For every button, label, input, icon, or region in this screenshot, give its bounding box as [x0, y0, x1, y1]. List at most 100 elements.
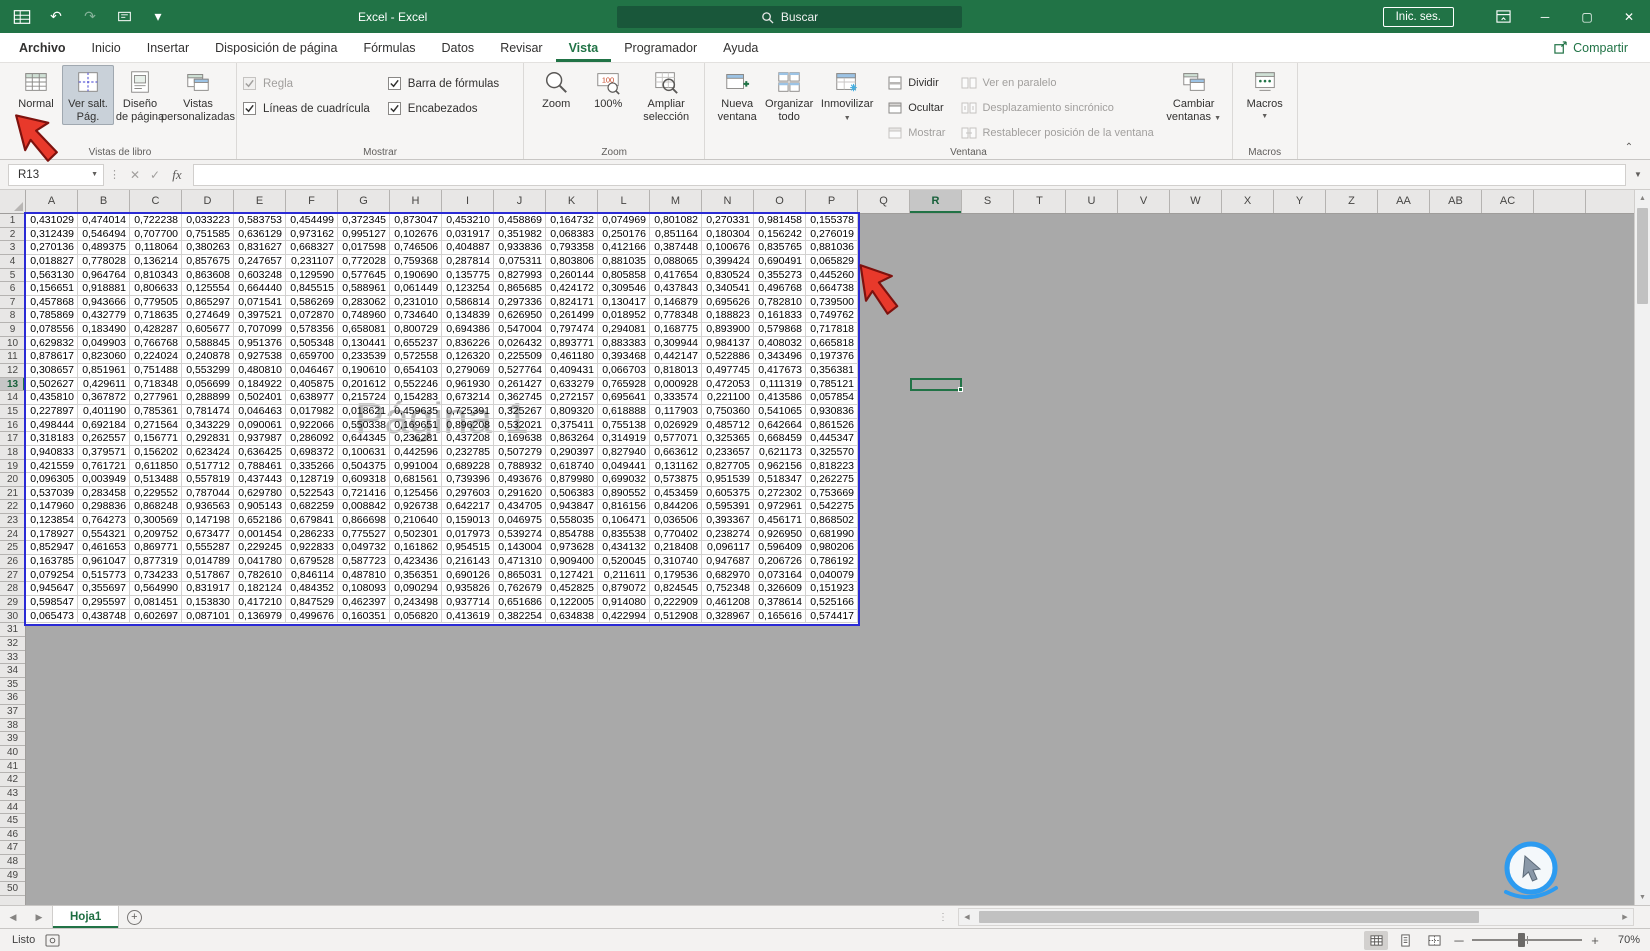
cell-F28[interactable]: 0,484352	[286, 582, 338, 596]
cell-D19[interactable]: 0,517712	[182, 459, 234, 474]
minimize-button[interactable]: ─	[1524, 0, 1566, 33]
cell-I19[interactable]: 0,689228	[442, 459, 494, 474]
cell-H10[interactable]: 0,655237	[390, 336, 442, 351]
row-header-26[interactable]: 26	[0, 555, 25, 569]
cell-H16[interactable]: 0,169651	[390, 418, 442, 433]
cell-L30[interactable]: 0,422994	[598, 609, 650, 624]
cell-B15[interactable]: 0,401190	[78, 404, 130, 419]
cell-E20[interactable]: 0,437443	[234, 473, 286, 487]
cell-M17[interactable]: 0,577071	[650, 432, 702, 446]
cell-K11[interactable]: 0,461180	[546, 350, 598, 365]
cell-P26[interactable]: 0,786192	[806, 555, 858, 569]
expand-formula-bar-icon[interactable]: ▼	[1626, 170, 1650, 179]
cell-O26[interactable]: 0,206726	[754, 555, 806, 569]
cell-E12[interactable]: 0,480810	[234, 364, 286, 378]
page-break-preview-toggle[interactable]	[1422, 931, 1446, 950]
cell-L19[interactable]: 0,049441	[598, 459, 650, 474]
cell-C3[interactable]: 0,118064	[130, 241, 182, 255]
sheet-tab-hoja1[interactable]: Hoja1	[52, 906, 120, 928]
cell-O15[interactable]: 0,541065	[754, 404, 806, 419]
cell-H15[interactable]: 0,459635	[390, 404, 442, 419]
cell-F3[interactable]: 0,668327	[286, 241, 338, 255]
cell-F7[interactable]: 0,586269	[286, 295, 338, 310]
cell-K17[interactable]: 0,863264	[546, 432, 598, 446]
tab-programador[interactable]: Programador	[611, 33, 710, 62]
maximize-button[interactable]: ▢	[1566, 0, 1608, 33]
cell-E27[interactable]: 0,782610	[234, 568, 286, 583]
cell-P18[interactable]: 0,325570	[806, 445, 858, 460]
row-header-9[interactable]: 9	[0, 323, 25, 337]
cell-I7[interactable]: 0,586814	[442, 295, 494, 310]
cell-P25[interactable]: 0,980206	[806, 541, 858, 556]
row-header-28[interactable]: 28	[0, 582, 25, 596]
next-sheet-icon[interactable]: ▶	[26, 906, 52, 928]
new-window-button[interactable]: Nueva ventana	[711, 65, 763, 125]
cell-I26[interactable]: 0,216143	[442, 555, 494, 569]
tab-insertar[interactable]: Insertar	[134, 33, 202, 62]
cell-F22[interactable]: 0,682259	[286, 500, 338, 515]
cell-D1[interactable]: 0,033223	[182, 214, 234, 228]
row-header-20[interactable]: 20	[0, 473, 25, 487]
cell-L22[interactable]: 0,816156	[598, 500, 650, 515]
cell-N10[interactable]: 0,984137	[702, 336, 754, 351]
cell-O17[interactable]: 0,668459	[754, 432, 806, 446]
cell-M1[interactable]: 0,801082	[650, 214, 702, 228]
cell-D20[interactable]: 0,557819	[182, 473, 234, 487]
cell-B19[interactable]: 0,761721	[78, 459, 130, 474]
cell-N4[interactable]: 0,399424	[702, 254, 754, 269]
cell-I11[interactable]: 0,126320	[442, 350, 494, 365]
cell-B6[interactable]: 0,918881	[78, 282, 130, 296]
cell-G28[interactable]: 0,108093	[338, 582, 390, 596]
row-header-27[interactable]: 27	[0, 569, 25, 583]
cell-P3[interactable]: 0,881036	[806, 241, 858, 255]
cell-C4[interactable]: 0,136214	[130, 254, 182, 269]
row-header-39[interactable]: 39	[0, 732, 25, 746]
cell-A4[interactable]: 0,018827	[26, 254, 78, 269]
cell-I3[interactable]: 0,404887	[442, 241, 494, 255]
tab-disposicion[interactable]: Disposición de página	[202, 33, 350, 62]
zoom-out-button[interactable]: ─	[1451, 933, 1467, 948]
cell-K13[interactable]: 0,633279	[546, 377, 598, 392]
cell-A10[interactable]: 0,629832	[26, 336, 78, 351]
cell-H5[interactable]: 0,190690	[390, 268, 442, 283]
cell-G23[interactable]: 0,866698	[338, 514, 390, 528]
cell-P22[interactable]: 0,542275	[806, 500, 858, 515]
custom-views-button[interactable]: Vistas personalizadas	[161, 65, 235, 125]
cell-N6[interactable]: 0,340541	[702, 282, 754, 296]
column-header-H[interactable]: H	[390, 190, 442, 213]
cell-C11[interactable]: 0,224024	[130, 350, 182, 365]
cell-B28[interactable]: 0,355697	[78, 582, 130, 596]
cell-C16[interactable]: 0,271564	[130, 418, 182, 433]
cell-E19[interactable]: 0,788461	[234, 459, 286, 474]
cell-D29[interactable]: 0,153830	[182, 595, 234, 610]
normal-view-button[interactable]: Normal	[10, 65, 62, 113]
cell-J9[interactable]: 0,547004	[494, 323, 546, 337]
cell-K15[interactable]: 0,809320	[546, 404, 598, 419]
cell-D30[interactable]: 0,087101	[182, 609, 234, 624]
cell-J8[interactable]: 0,626950	[494, 309, 546, 324]
cell-H28[interactable]: 0,090294	[390, 582, 442, 596]
cell-M3[interactable]: 0,387448	[650, 241, 702, 255]
cell-I28[interactable]: 0,935826	[442, 582, 494, 596]
cell-B14[interactable]: 0,367872	[78, 391, 130, 405]
column-header-M[interactable]: M	[650, 190, 702, 213]
column-header-W[interactable]: W	[1170, 190, 1222, 213]
row-header-47[interactable]: 47	[0, 841, 25, 856]
cell-H25[interactable]: 0,161862	[390, 541, 442, 556]
cell-P24[interactable]: 0,681990	[806, 527, 858, 542]
cell-M7[interactable]: 0,146879	[650, 295, 702, 310]
cell-C25[interactable]: 0,869771	[130, 541, 182, 556]
cell-C6[interactable]: 0,806633	[130, 282, 182, 296]
cell-D7[interactable]: 0,865297	[182, 295, 234, 310]
cell-I13[interactable]: 0,961930	[442, 377, 494, 392]
ribbon-display-options-icon[interactable]	[1482, 0, 1524, 33]
cell-E7[interactable]: 0,071541	[234, 295, 286, 310]
cell-L16[interactable]: 0,755138	[598, 418, 650, 433]
cell-M5[interactable]: 0,417654	[650, 268, 702, 283]
cell-I27[interactable]: 0,690126	[442, 568, 494, 583]
cell-B3[interactable]: 0,489375	[78, 241, 130, 255]
cell-O6[interactable]: 0,496768	[754, 282, 806, 296]
cell-H9[interactable]: 0,800729	[390, 323, 442, 337]
cell-D4[interactable]: 0,857675	[182, 254, 234, 269]
cell-I14[interactable]: 0,673214	[442, 391, 494, 405]
